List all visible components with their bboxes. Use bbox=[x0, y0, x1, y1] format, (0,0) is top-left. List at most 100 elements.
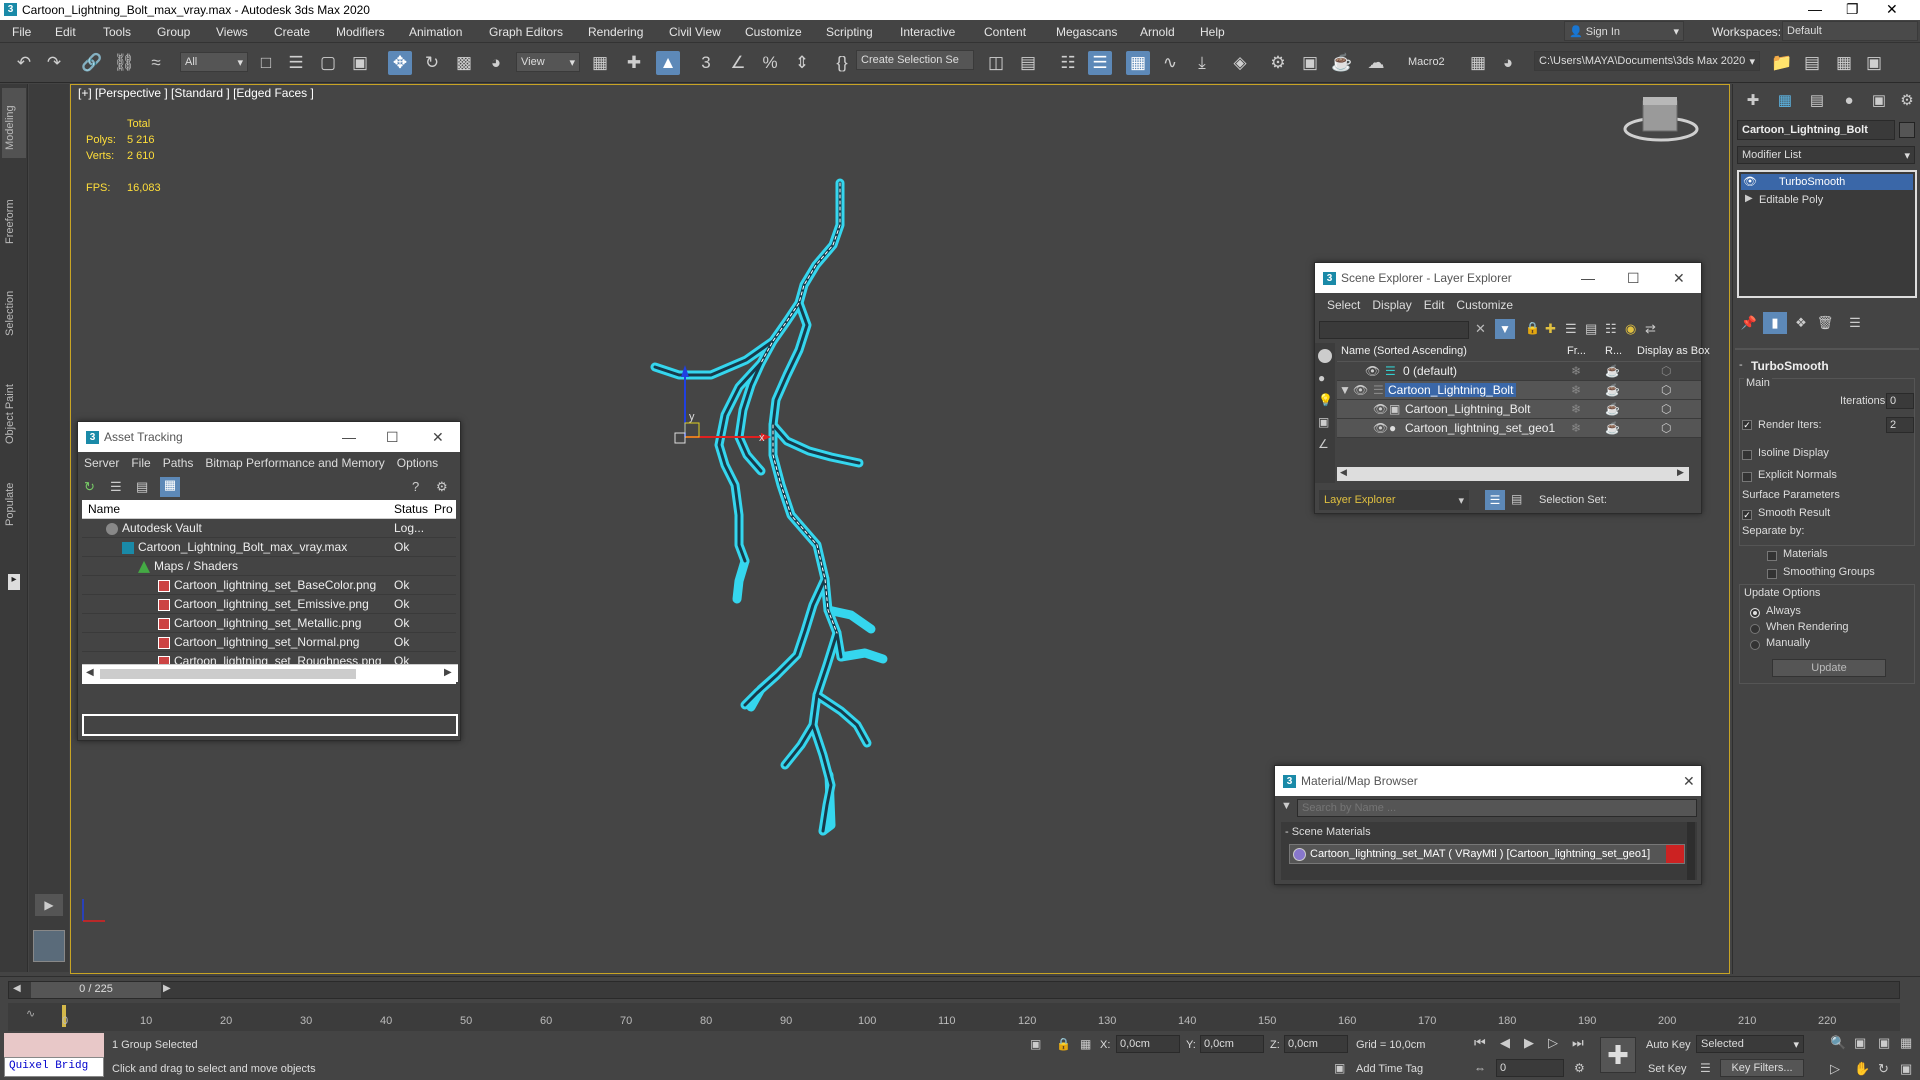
maxscript-listener-mini[interactable] bbox=[4, 1033, 104, 1057]
menu-tools[interactable]: Tools bbox=[103, 25, 131, 39]
when-rendering-radio[interactable] bbox=[1750, 623, 1760, 634]
table-row[interactable]: Autodesk Vault Log... bbox=[82, 519, 456, 538]
display-cameras-icon[interactable]: ▣ bbox=[1318, 415, 1329, 429]
manipulate-icon[interactable]: ✚ bbox=[622, 51, 646, 75]
table-row[interactable]: Cartoon_lightning_set_Emissive.png Ok bbox=[82, 595, 456, 614]
field-of-view-icon[interactable]: ▷ bbox=[1830, 1061, 1840, 1077]
play-icon[interactable]: ▶ bbox=[1524, 1035, 1534, 1051]
isoline-display-checkbox[interactable] bbox=[1742, 449, 1752, 460]
scene-materials-header[interactable]: - Scene Materials bbox=[1285, 826, 1371, 838]
orbit-icon[interactable]: ↻ bbox=[1878, 1061, 1889, 1077]
zoom-extents-all-icon[interactable]: ▦ bbox=[1900, 1035, 1912, 1051]
box-icon[interactable]: ⬡ bbox=[1661, 364, 1671, 378]
current-frame-field[interactable]: 0 bbox=[1496, 1059, 1564, 1077]
manually-radio[interactable] bbox=[1750, 639, 1760, 650]
scene-search-input[interactable] bbox=[1319, 321, 1469, 339]
menu-edit[interactable]: Edit bbox=[55, 25, 76, 39]
table-row[interactable]: Cartoon_Lightning_Bolt_max_vray.max Ok bbox=[82, 538, 456, 557]
next-frame-icon[interactable]: ▶ bbox=[163, 983, 171, 994]
go-to-start-icon[interactable]: ⏮ bbox=[1474, 1035, 1486, 1051]
set-key-button[interactable]: Set Key bbox=[1648, 1063, 1687, 1075]
col-render[interactable]: R... bbox=[1605, 345, 1622, 357]
layer-row[interactable]: 👁 ☰ 0 (default) ❄ ☕ ⬡ bbox=[1337, 362, 1701, 381]
create-layer-icon[interactable]: ✚ bbox=[1545, 321, 1556, 337]
scroll-right-icon[interactable]: ▶ bbox=[1677, 467, 1684, 478]
select-by-name-icon[interactable]: ☰ bbox=[284, 51, 308, 75]
project-save-icon[interactable]: ▣ bbox=[1862, 51, 1886, 75]
lock-icon[interactable]: 🔒 bbox=[1525, 321, 1540, 335]
browser-options-icon[interactable]: ▼ bbox=[1281, 800, 1292, 812]
refresh-icon[interactable]: ↻ bbox=[84, 479, 100, 495]
render-production-icon[interactable]: ☕ bbox=[1330, 51, 1354, 75]
menu-file[interactable]: File bbox=[131, 456, 150, 470]
set-project-icon[interactable]: ▤ bbox=[1800, 51, 1824, 75]
always-radio[interactable] bbox=[1750, 607, 1760, 618]
smoothing-groups-checkbox[interactable] bbox=[1767, 568, 1777, 579]
maximize-icon[interactable]: ☐ bbox=[1627, 263, 1640, 293]
render-iters-checkbox[interactable]: ✓ bbox=[1742, 420, 1752, 431]
megascans-grid-icon[interactable]: ▦ bbox=[1466, 51, 1490, 75]
filter-icon[interactable]: ▼ bbox=[1495, 319, 1515, 339]
render-iters-spinner[interactable]: 2 bbox=[1886, 417, 1914, 433]
turbosmooth-rollout-header[interactable]: - TurboSmooth bbox=[1737, 356, 1917, 376]
display-helpers-icon[interactable]: ∠ bbox=[1318, 437, 1329, 451]
box-icon[interactable]: ⬡ bbox=[1661, 421, 1671, 435]
create-tab-icon[interactable]: ✚ bbox=[1741, 90, 1765, 112]
expand-arrow-icon[interactable]: ▼ bbox=[1339, 383, 1351, 397]
key-filters-button[interactable]: Key Filters... bbox=[1720, 1059, 1804, 1077]
display-lights-icon[interactable]: 💡 bbox=[1318, 393, 1333, 407]
menu-civil-view[interactable]: Civil View bbox=[669, 25, 721, 39]
tab-object-paint[interactable]: Object Paint bbox=[4, 384, 16, 444]
freeze-icon[interactable]: ❄ bbox=[1571, 421, 1581, 435]
toggle-ribbon-icon[interactable]: ▦ bbox=[1126, 51, 1150, 75]
track-bar[interactable]: ∿ 0 10 20 30 40 50 60 70 80 90 100 110 1… bbox=[8, 1003, 1900, 1031]
table-row[interactable]: Cartoon_lightning_set_Metallic.png Ok bbox=[82, 614, 456, 633]
menu-paths[interactable]: Paths bbox=[163, 456, 194, 470]
make-unique-icon[interactable]: ❖ bbox=[1789, 312, 1813, 334]
viewport-layout-thumbnail[interactable] bbox=[33, 930, 65, 962]
layer-explorer-toggle-icon[interactable]: ☰ bbox=[1485, 490, 1505, 510]
list-view-icon[interactable]: ☰ bbox=[110, 479, 126, 495]
menu-content[interactable]: Content bbox=[984, 25, 1026, 39]
visibility-eye-icon[interactable]: 👁 bbox=[1373, 402, 1388, 416]
select-object-icon[interactable]: □ bbox=[254, 51, 278, 75]
visibility-eye-icon[interactable]: 👁 bbox=[1365, 364, 1380, 378]
align-icon[interactable]: ▤ bbox=[1016, 51, 1040, 75]
menu-select[interactable]: Select bbox=[1327, 298, 1360, 312]
modifier-eye-icon[interactable]: 👁 bbox=[1743, 175, 1757, 188]
tree-view-icon[interactable]: ▤ bbox=[136, 479, 152, 495]
object-row[interactable]: 👁 ● Cartoon_lightning_set_geo1 ❄ ☕ ⬡ bbox=[1337, 419, 1701, 438]
toggle-scene-explorer-icon[interactable]: ☷ bbox=[1056, 51, 1080, 75]
modifier-list-dropdown[interactable]: Modifier List ▾ bbox=[1737, 146, 1915, 164]
menu-customize[interactable]: Customize bbox=[745, 25, 802, 39]
render-setup-icon[interactable]: ⚙ bbox=[1266, 51, 1290, 75]
select-and-rotate-icon[interactable]: ↻ bbox=[420, 51, 444, 75]
render-teapot-icon[interactable]: ☕ bbox=[1605, 421, 1620, 435]
curve-editor-icon[interactable]: ∿ bbox=[1158, 51, 1182, 75]
display-tab-icon[interactable]: ▣ bbox=[1867, 90, 1891, 112]
project-path-dropdown[interactable]: C:\Users\MAYA\Documents\3ds Max 2020 ▾ bbox=[1534, 51, 1760, 71]
z-coordinate-field[interactable]: 0,0cm bbox=[1284, 1035, 1348, 1053]
pin-stack-icon[interactable]: 📌 bbox=[1737, 312, 1761, 334]
expand-arrow-icon[interactable]: ▶ bbox=[1745, 193, 1753, 204]
menu-bitmap-performance[interactable]: Bitmap Performance and Memory bbox=[205, 456, 384, 470]
workspace-dropdown[interactable]: Default bbox=[1782, 21, 1918, 41]
asset-path-field[interactable] bbox=[82, 714, 458, 736]
horizontal-scrollbar[interactable]: ◀ ▶ bbox=[1337, 467, 1689, 481]
minimize-icon[interactable]: — bbox=[342, 422, 356, 452]
local-explorer-icon[interactable]: ▤ bbox=[1511, 492, 1522, 506]
quixel-bridge-field[interactable]: Quixel Bridg bbox=[4, 1057, 104, 1077]
selection-filter-dropdown[interactable]: All ▾ bbox=[180, 52, 248, 72]
time-slider[interactable]: ◀ 0 / 225 ▶ bbox=[8, 981, 1900, 999]
bridge-dome-icon[interactable]: ◕ bbox=[1496, 51, 1520, 75]
col-freeze[interactable]: Fr... bbox=[1567, 345, 1586, 357]
snaps-toggle-icon[interactable]: 3 bbox=[694, 51, 718, 75]
menu-modifiers[interactable]: Modifiers bbox=[336, 25, 385, 39]
named-selection-dropdown[interactable]: Create Selection Se bbox=[856, 50, 974, 70]
menu-rendering[interactable]: Rendering bbox=[588, 25, 643, 39]
add-time-tag-button[interactable]: Add Time Tag bbox=[1356, 1063, 1423, 1075]
prev-frame-icon[interactable]: ◀ bbox=[13, 983, 21, 994]
unlink-icon[interactable]: ⛓ bbox=[112, 51, 136, 75]
horizontal-scrollbar[interactable]: ◀ ▶ bbox=[82, 664, 458, 682]
menu-group[interactable]: Group bbox=[157, 25, 190, 39]
